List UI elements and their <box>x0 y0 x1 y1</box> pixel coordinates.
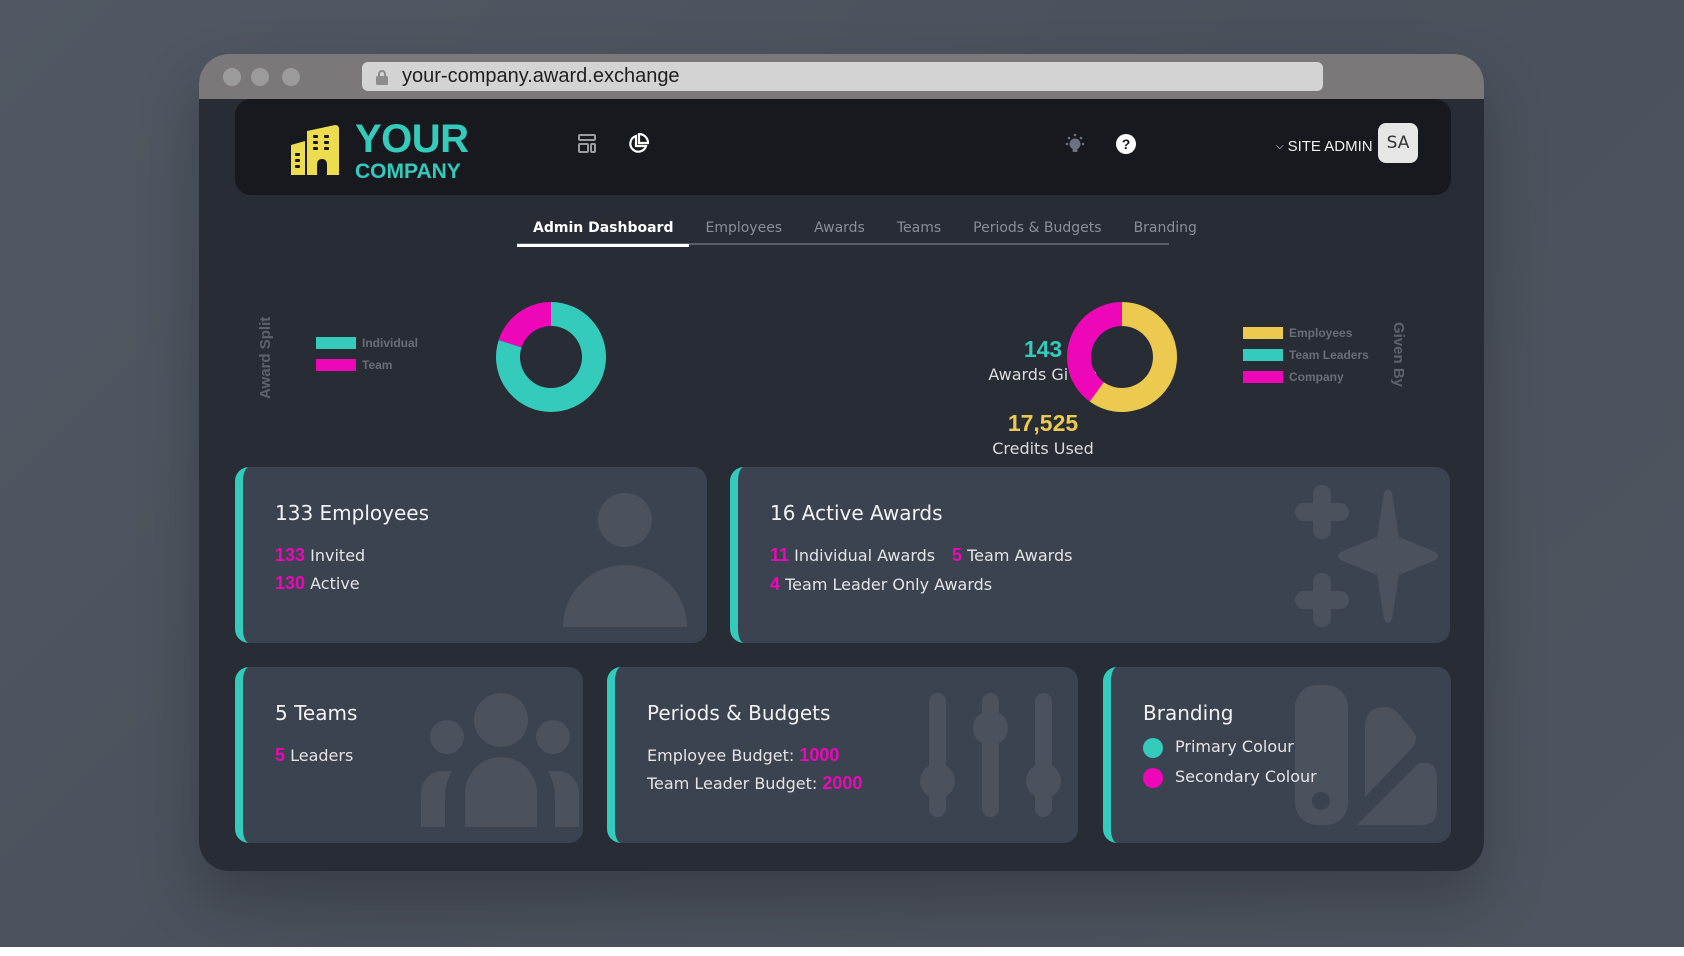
pie-chart-icon[interactable] <box>625 131 651 157</box>
employee-budget-label: Employee Budget: <box>647 746 795 765</box>
active-count: 130 <box>275 573 306 593</box>
employee-budget-value: 1000 <box>799 745 840 765</box>
given-by-legend: Employees Team Leaders Company <box>1243 322 1369 388</box>
window-close-button[interactable] <box>223 68 241 86</box>
tab-awards[interactable]: Awards <box>798 217 881 245</box>
legend-swatch-individual <box>316 337 356 349</box>
given-by-donut <box>1067 302 1177 412</box>
branding-card[interactable]: Branding Primary Colour Secondary Colour <box>1103 667 1451 843</box>
legend-label: Individual <box>362 336 419 350</box>
legend-label: Team Leaders <box>1289 348 1369 362</box>
tab-bar: Admin Dashboard Employees Awards Teams P… <box>517 217 1197 247</box>
leader-awards-label: Team Leader Only Awards <box>785 575 993 594</box>
tab-periods-budgets[interactable]: Periods & Budgets <box>957 217 1117 245</box>
credits-used-value: 17,525 <box>1007 410 1079 436</box>
logo-line-1: YOUR <box>355 117 469 161</box>
employees-invited: 133 Invited <box>275 545 365 566</box>
help-icon[interactable]: ? <box>1113 131 1139 157</box>
user-menu-label: SITE ADMIN <box>1287 137 1373 155</box>
leader-budget-label: Team Leader Budget: <box>647 774 818 793</box>
legend-swatch-company <box>1243 371 1283 383</box>
legend-item: Employees <box>1243 322 1369 344</box>
sparkles-icon <box>1295 485 1438 627</box>
award-split-legend: Individual Team <box>316 332 418 376</box>
employees-active: 130 Active <box>275 573 360 594</box>
employee-budget: Employee Budget: 1000 <box>647 745 839 766</box>
secondary-colour-swatch[interactable] <box>1143 767 1163 788</box>
tab-teams[interactable]: Teams <box>881 217 957 245</box>
legend-swatch-team <box>316 359 356 371</box>
active-label: Active <box>310 574 360 593</box>
legend-item: Team <box>316 354 418 376</box>
credits-used-label: Credits Used <box>992 439 1094 458</box>
legend-item: Individual <box>316 332 418 354</box>
teams-card-title: 5 Teams <box>275 701 358 725</box>
legend-label: Company <box>1289 370 1344 384</box>
svg-text:?: ? <box>1122 136 1131 152</box>
legend-label: Employees <box>1289 326 1353 340</box>
address-bar[interactable]: your-company.award.exchange <box>362 62 1323 91</box>
person-icon <box>563 493 687 627</box>
legend-swatch-employees <box>1243 327 1283 339</box>
url-text: your-company.award.exchange <box>402 65 680 87</box>
awards-leader-only: 4 Team Leader Only Awards <box>770 574 992 595</box>
legend-swatch-team-leaders <box>1243 349 1283 361</box>
legend-label: Team <box>362 358 393 372</box>
invited-count: 133 <box>275 545 306 565</box>
leader-awards-count: 4 <box>770 574 781 594</box>
employees-card-title: 133 Employees <box>275 501 430 525</box>
awards-individual: 11 Individual Awards <box>770 545 935 566</box>
primary-colour-swatch[interactable] <box>1143 737 1163 758</box>
browser-chrome: your-company.award.exchange <box>199 54 1484 99</box>
team-icon <box>421 693 579 827</box>
award-split-donut <box>496 302 606 412</box>
tab-employees[interactable]: Employees <box>689 217 798 245</box>
layout-icon[interactable] <box>574 131 600 157</box>
leaders-label: Leaders <box>290 746 354 765</box>
awards-card[interactable]: 16 Active Awards 11 Individual Awards 5 … <box>730 467 1450 643</box>
user-menu[interactable]: ⌵ SITE ADMIN <box>1276 131 1373 161</box>
company-logo[interactable]: YOUR COMPANY <box>291 119 469 182</box>
teams-card[interactable]: 5 Teams 5 Leaders <box>235 667 583 843</box>
awards-card-title: 16 Active Awards <box>770 501 943 525</box>
primary-colour-label: Primary Colour <box>1175 737 1294 756</box>
tab-admin-dashboard[interactable]: Admin Dashboard <box>517 217 690 247</box>
award-split-title: Award Split <box>257 316 274 399</box>
team-awards-label: Team Awards <box>967 546 1073 565</box>
employees-card[interactable]: 133 Employees 133 Invited 130 Active <box>235 467 707 643</box>
logo-line-2: COMPANY <box>355 160 461 183</box>
budgets-card-title: Periods & Budgets <box>647 701 831 725</box>
app-header: YOUR COMPANY ? ⌵ SITE ADMIN SA <box>235 99 1451 195</box>
lock-icon <box>376 69 388 85</box>
tab-branding[interactable]: Branding <box>1118 217 1213 245</box>
chevron-down-icon: ⌵ <box>1276 140 1284 152</box>
primary-colour: Primary Colour <box>1143 737 1294 758</box>
swatch-book-icon <box>1295 685 1437 825</box>
team-leader-budget: Team Leader Budget: 2000 <box>647 773 862 794</box>
building-icon <box>291 123 343 179</box>
sliders-icon <box>920 693 1061 817</box>
secondary-colour-label: Secondary Colour <box>1175 767 1317 786</box>
legend-item: Company <box>1243 366 1369 388</box>
avatar[interactable]: SA <box>1378 123 1418 163</box>
donut-slice-company[interactable] <box>1067 302 1122 402</box>
branding-card-title: Branding <box>1143 701 1234 725</box>
window-maximize-button[interactable] <box>282 68 300 86</box>
lightbulb-icon[interactable] <box>1062 131 1088 157</box>
team-awards-count: 5 <box>952 545 963 565</box>
leader-budget-value: 2000 <box>822 773 863 793</box>
window-minimize-button[interactable] <box>251 68 269 86</box>
legend-item: Team Leaders <box>1243 344 1369 366</box>
secondary-colour: Secondary Colour <box>1143 767 1317 788</box>
individual-awards-label: Individual Awards <box>794 546 936 565</box>
given-by-title: Given By <box>1390 322 1407 388</box>
individual-awards-count: 11 <box>770 545 790 565</box>
leaders-count: 5 <box>275 745 286 765</box>
teams-leaders: 5 Leaders <box>275 745 353 766</box>
donut-slice-team[interactable] <box>498 302 551 348</box>
periods-budgets-card[interactable]: Periods & Budgets Employee Budget: 1000 … <box>607 667 1078 843</box>
browser-window: your-company.award.exchange YOUR COMPANY… <box>199 54 1484 871</box>
invited-label: Invited <box>310 546 366 565</box>
awards-team: 5 Team Awards <box>952 545 1072 566</box>
